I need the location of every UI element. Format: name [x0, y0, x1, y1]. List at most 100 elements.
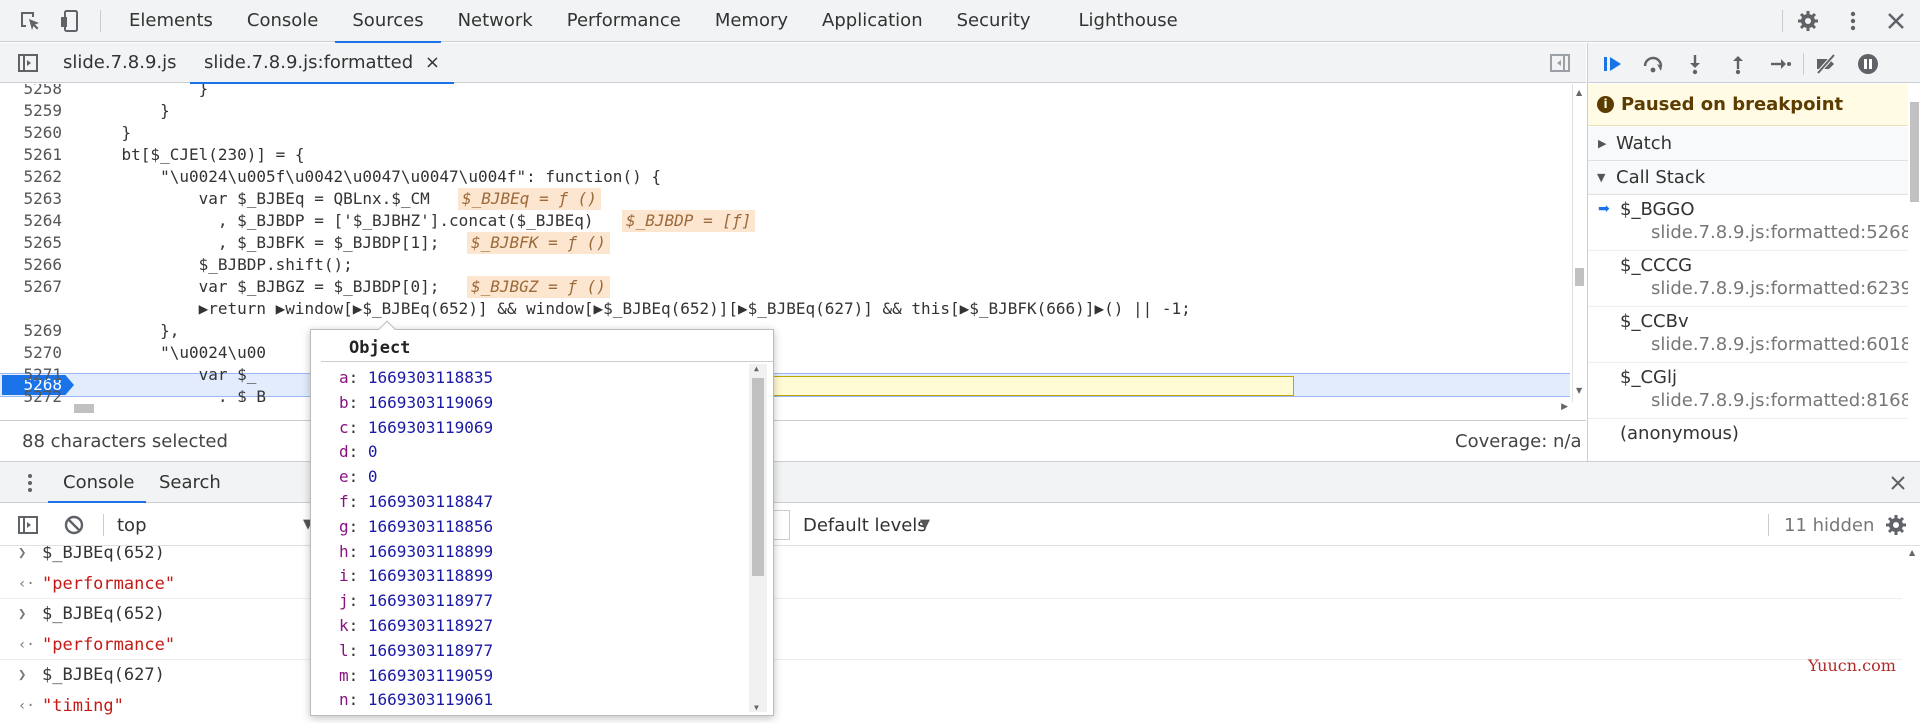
object-property[interactable]: j: 1669303118977 [339, 589, 493, 613]
step-icon[interactable] [1768, 52, 1792, 76]
toggle-navigator-icon[interactable] [16, 51, 40, 75]
line-number[interactable]: 5262 [0, 166, 66, 188]
callstack-label: Call Stack [1616, 167, 1706, 188]
debugger-toolbar [1588, 43, 1920, 83]
object-property[interactable]: e: 0 [339, 465, 378, 489]
object-property[interactable]: n: 1669303119061 [339, 688, 493, 712]
console-settings-icon[interactable] [1884, 513, 1908, 537]
object-property[interactable]: h: 1669303118899 [339, 540, 493, 564]
line-number[interactable]: 5266 [0, 254, 66, 276]
call-frame-location[interactable]: slide.7.8.9.js:formatted:6018 [1651, 334, 1912, 355]
device-toolbar-icon[interactable] [58, 9, 82, 33]
close-tab-icon[interactable]: × [425, 52, 440, 73]
file-tab-slide-formatted[interactable]: slide.7.8.9.js:formatted × [189, 43, 455, 84]
line-number[interactable]: 5260 [0, 122, 66, 144]
object-property[interactable]: i: 1669303118899 [339, 564, 493, 588]
object-preview-popover[interactable]: Object a: 1669303118835 b: 1669303119069 c… [310, 320, 774, 716]
context-selector[interactable]: top [117, 515, 147, 536]
console-log[interactable]: ❯ $_BJBEq(652) ‹· "performance" ❯ $_BJBEq(652… [0, 546, 1902, 723]
line-number[interactable]: 5269 [0, 320, 66, 342]
object-property[interactable]: l: 1669303118977 [339, 639, 493, 663]
step-into-icon[interactable] [1683, 52, 1707, 76]
object-property[interactable]: b: 1669303119069 [339, 391, 493, 415]
object-property[interactable]: d: 0 [339, 440, 378, 464]
tab-console[interactable]: Console [230, 0, 335, 42]
console-result-row[interactable]: ‹· "timing" [0, 691, 1902, 721]
call-frame[interactable]: $_CCCG slide.7.8.9.js:formatted:6239 [1588, 251, 1912, 307]
call-frame[interactable]: (anonymous) [1588, 419, 1908, 461]
inspect-element-icon[interactable] [18, 9, 42, 33]
console-input-row[interactable]: ❯ $_BJBEq(652) [0, 546, 1902, 568]
console-result-row[interactable]: ‹· "performance" [0, 630, 1902, 660]
console-scrollbar[interactable]: ▲ [1905, 546, 1920, 723]
tab-performance[interactable]: Performance [550, 0, 698, 42]
step-out-icon[interactable] [1726, 52, 1750, 76]
clear-console-icon[interactable] [62, 513, 86, 537]
tab-sources[interactable]: Sources [335, 0, 441, 43]
call-frame-name: $_CCBv [1620, 311, 1689, 332]
line-number[interactable]: 5264 [0, 210, 66, 232]
object-property[interactable]: m: 1669303119059 [339, 664, 493, 688]
line-number[interactable]: 5259 [0, 100, 66, 122]
object-property[interactable]: k: 1669303118927 [339, 614, 493, 638]
popover-scrollbar[interactable]: ▲ ▼ [749, 364, 767, 712]
log-levels-select[interactable]: Default levels [803, 515, 927, 536]
object-property[interactable]: g: 1669303118856 [339, 515, 493, 539]
debugger-scrollbar[interactable] [1908, 84, 1920, 461]
line-text: , $_B [83, 387, 267, 402]
tab-network[interactable]: Network [441, 0, 550, 42]
show-sidebar-icon[interactable] [16, 513, 40, 537]
line-number[interactable]: 5270 [0, 342, 66, 364]
line-number[interactable]: 5271 [0, 364, 66, 386]
console-result-row[interactable]: ‹· "performance" [0, 569, 1902, 599]
object-property[interactable]: c: 1669303119069 [339, 416, 493, 440]
code-horizontal-scrollbar[interactable]: ▶ [66, 402, 1572, 416]
line-number[interactable]: 5265 [0, 232, 66, 254]
object-property[interactable]: a: 1669303118835 [339, 366, 493, 390]
call-frame-location[interactable]: slide.7.8.9.js:formatted:8168 [1651, 390, 1912, 411]
tab-application[interactable]: Application [805, 0, 940, 42]
more-options-icon[interactable] [1841, 9, 1865, 33]
hidden-count: 11 hidden [1784, 515, 1875, 536]
tab-security[interactable]: Security [940, 0, 1048, 42]
console-input-row[interactable]: ❯ $_BJBEq(627) [0, 660, 1902, 690]
close-drawer-icon[interactable] [1886, 471, 1910, 495]
console-input-row[interactable]: ❯ $_BJBEq(652) [0, 599, 1902, 629]
line-number[interactable]: 5258 [0, 84, 66, 100]
close-icon[interactable] [1884, 9, 1908, 33]
callstack-section-header[interactable]: ▼ Call Stack [1588, 161, 1908, 195]
call-frame-location[interactable]: slide.7.8.9.js:formatted:6239 [1651, 278, 1912, 299]
step-over-icon[interactable] [1641, 52, 1665, 76]
scroll-thumb[interactable] [752, 378, 764, 576]
property-value: 1669303118856 [367, 516, 494, 536]
call-frame[interactable]: $_CGlj slide.7.8.9.js:formatted:8168 [1588, 363, 1912, 419]
tab-elements[interactable]: Elements [112, 0, 230, 42]
tab-lighthouse[interactable]: Lighthouse [1062, 0, 1195, 42]
scroll-thumb[interactable] [1910, 102, 1919, 202]
call-frame[interactable]: $_CCBv slide.7.8.9.js:formatted:6018 [1588, 307, 1912, 363]
scroll-thumb[interactable] [1575, 268, 1584, 286]
toggle-debugger-icon[interactable] [1548, 51, 1572, 75]
code-editor[interactable]: 5268 5258 } 5259 } 5260 } 5261 bt[$_CJEl(23… [0, 84, 1572, 402]
drawer-menu-icon[interactable] [18, 471, 42, 495]
tab-memory[interactable]: Memory [698, 0, 805, 42]
watch-section-header[interactable]: ▶ Watch [1588, 127, 1908, 161]
dropdown-arrow-icon[interactable]: ▼ [920, 517, 930, 532]
code-vertical-scrollbar[interactable]: ▲ ▼ [1572, 84, 1586, 402]
pause-on-exceptions-icon[interactable] [1856, 52, 1880, 76]
file-tab-slide-js[interactable]: slide.7.8.9.js [63, 43, 177, 83]
line-number[interactable]: 5267 [0, 276, 66, 298]
line-number[interactable]: 5261 [0, 144, 66, 166]
deactivate-breakpoints-icon[interactable] [1814, 52, 1838, 76]
line-number[interactable]: 5263 [0, 188, 66, 210]
call-frame-location[interactable]: slide.7.8.9.js:formatted:5268 [1651, 222, 1912, 243]
drawer-tab-search[interactable]: Search [159, 462, 221, 504]
call-frame[interactable]: ➡ $_BGGO slide.7.8.9.js:formatted:5268 [1588, 195, 1912, 251]
scroll-thumb[interactable] [74, 404, 94, 413]
gear-icon[interactable] [1796, 9, 1820, 33]
line-number[interactable]: 5272 [0, 386, 66, 402]
popover-divider [321, 361, 773, 362]
drawer-tab-console[interactable]: Console [63, 462, 134, 504]
resume-icon[interactable] [1601, 52, 1625, 76]
object-property[interactable]: f: 1669303118847 [339, 490, 493, 514]
